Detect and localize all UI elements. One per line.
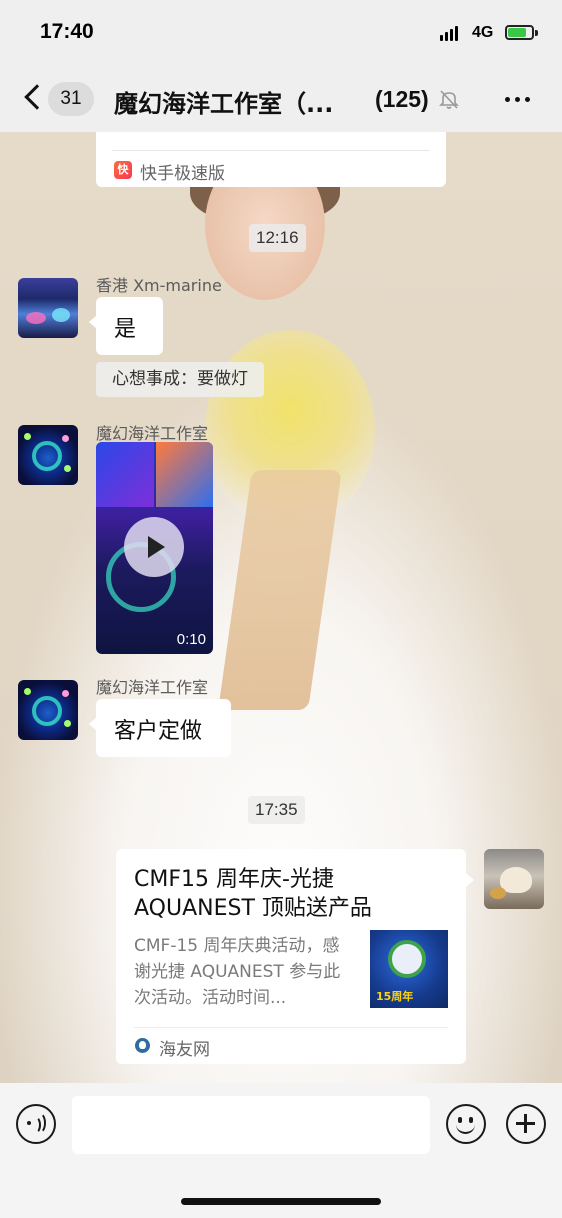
thumbnail-text: 15周年 bbox=[376, 990, 414, 1003]
quoted-reply[interactable]: 心想事成：要做灯 bbox=[96, 362, 264, 397]
my-avatar[interactable] bbox=[484, 849, 544, 909]
message-list[interactable]: 快 快手极速版 12:16 香港 Xm-marine 是 心想事成：要做灯 魔幻… bbox=[0, 132, 562, 1082]
video-message[interactable]: 0:10 bbox=[96, 442, 213, 654]
back-button[interactable] bbox=[18, 82, 50, 116]
link-card-description: CMF-15 周年庆典活动，感谢光捷 AQUANEST 参与此次活动。活动时间.… bbox=[134, 936, 341, 1008]
message-bubble[interactable]: 客户定做 bbox=[89, 699, 231, 757]
avatar[interactable] bbox=[18, 278, 78, 338]
timestamp: 12:16 bbox=[249, 224, 306, 252]
member-count: (125) bbox=[375, 86, 429, 112]
card-divider bbox=[134, 1027, 448, 1028]
home-indicator[interactable] bbox=[181, 1198, 381, 1205]
card-divider bbox=[112, 150, 430, 151]
avatar[interactable] bbox=[18, 680, 78, 740]
link-card-message[interactable]: CMF15 周年庆-光捷 AQUANEST 顶贴送产品 CMF-15 周年庆典活… bbox=[116, 849, 474, 1064]
unread-count-badge[interactable]: 31 bbox=[48, 82, 94, 116]
video-duration: 0:10 bbox=[176, 631, 206, 648]
card-source-name: 快手极速版 bbox=[140, 164, 225, 184]
haiyouwang-icon bbox=[135, 1038, 150, 1053]
link-card-title: CMF15 周年庆-光捷 AQUANEST 顶贴送产品 bbox=[134, 867, 372, 921]
message-input[interactable] bbox=[72, 1096, 430, 1154]
chat-header: 31 魔幻海洋工作室（... (125) bbox=[0, 68, 562, 132]
message-text: 是 bbox=[114, 317, 137, 342]
emoji-button[interactable] bbox=[446, 1104, 486, 1144]
network-type: 4G bbox=[472, 24, 494, 41]
bell-muted-icon bbox=[439, 90, 459, 109]
message-text: 客户定做 bbox=[114, 719, 203, 744]
sender-name: 魔幻海洋工作室 bbox=[96, 678, 209, 697]
more-button[interactable] bbox=[505, 97, 530, 102]
link-card-source: 海友网 bbox=[159, 1040, 210, 1060]
more-actions-button[interactable] bbox=[506, 1104, 546, 1144]
play-icon bbox=[148, 536, 165, 558]
signal-icon bbox=[440, 26, 458, 41]
play-button[interactable] bbox=[124, 517, 184, 577]
chevron-left-icon bbox=[24, 84, 50, 110]
message-bubble[interactable]: 是 bbox=[89, 297, 163, 355]
shared-card-partial[interactable]: 快 快手极速版 bbox=[96, 132, 446, 187]
sender-name: 魔幻海洋工作室 bbox=[96, 424, 209, 443]
ellipsis-icon bbox=[505, 97, 510, 102]
chat-title: 魔幻海洋工作室（... bbox=[114, 90, 334, 118]
link-card-thumbnail: 15周年 bbox=[370, 930, 448, 1008]
battery-tip bbox=[535, 30, 538, 36]
status-bar: 17:40 4G bbox=[0, 0, 562, 68]
kuaishou-icon: 快 bbox=[114, 161, 132, 179]
sender-name: 香港 Xm-marine bbox=[96, 276, 222, 295]
status-time: 17:40 bbox=[40, 20, 94, 43]
avatar[interactable] bbox=[18, 425, 78, 485]
voice-button[interactable] bbox=[16, 1104, 56, 1144]
timestamp: 17:35 bbox=[248, 796, 305, 824]
battery-charging-icon bbox=[505, 25, 534, 40]
